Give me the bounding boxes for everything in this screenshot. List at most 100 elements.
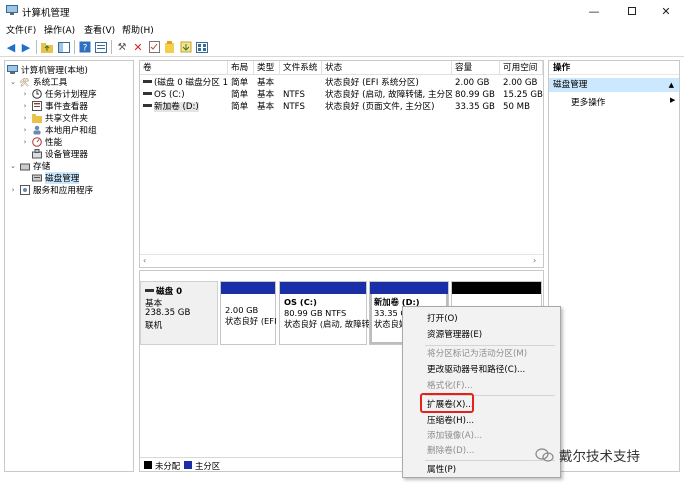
up-folder-icon[interactable] — [40, 40, 54, 54]
legend-primary: 主分区 — [195, 461, 221, 471]
partition-size: 80.99 GB NTFS — [284, 308, 347, 318]
tree-item-shared-folders[interactable]: › 共享文件夹 — [21, 112, 88, 124]
tree-label: 磁盘管理 — [45, 172, 80, 184]
volume-status: 状态良好 (页面文件, 主分区) — [325, 102, 435, 112]
column-header-layout[interactable]: 布局 — [228, 61, 254, 75]
partition-bar — [221, 282, 275, 294]
tree-item-device-manager[interactable]: 设备管理器 — [31, 148, 88, 160]
delete-icon[interactable]: ✕ — [131, 40, 145, 54]
event-log-icon — [31, 101, 42, 111]
table-row[interactable]: 新加卷 (D:) — [140, 101, 228, 113]
check-disk-icon[interactable] — [147, 40, 161, 54]
table-row[interactable]: (磁盘 0 磁盘分区 1) — [140, 77, 228, 89]
legend-swatch-unallocated — [144, 461, 152, 469]
partition-info: 2.00 GB 状态良好 (EFI — [225, 305, 277, 327]
svg-text:?: ? — [83, 44, 88, 54]
tree-label: 事件查看器 — [45, 102, 88, 112]
collapse-arrow-icon[interactable]: ▲ — [669, 78, 674, 92]
tree-label: 本地用户和组 — [45, 126, 97, 136]
menu-item-shrink-volume[interactable]: 压缩卷(H)... — [427, 414, 474, 428]
disk-info-panel[interactable]: 磁盘 0 基本 238.35 GB 联机 — [140, 281, 218, 345]
column-header-type[interactable]: 类型 — [254, 61, 280, 75]
show-hide-console-tree-icon[interactable] — [57, 40, 71, 54]
column-header-status[interactable]: 状态 — [322, 61, 452, 75]
chevron-down-icon[interactable]: ⌄ — [9, 162, 17, 170]
column-header-filesystem[interactable]: 文件系统 — [280, 61, 322, 75]
table-row[interactable]: OS (C:) — [140, 89, 228, 101]
back-icon[interactable]: ◀ — [4, 40, 18, 54]
performance-icon — [31, 137, 42, 147]
tree-item-task-scheduler[interactable]: › 任务计划程序 — [21, 88, 97, 100]
disk-icon — [31, 173, 42, 183]
connect-icon[interactable]: ⚒ — [115, 40, 129, 54]
tree-item-performance[interactable]: › 性能 — [21, 136, 62, 148]
tree-item-disk-management[interactable]: 磁盘管理 — [31, 172, 80, 184]
menu-help[interactable]: 帮助(H) — [122, 23, 154, 36]
chevron-right-icon[interactable]: › — [21, 138, 29, 146]
submenu-arrow-icon[interactable]: ▶ — [670, 96, 675, 104]
volume-free-space: 15.25 GB — [503, 90, 543, 100]
chevron-right-icon[interactable]: › — [21, 102, 29, 110]
volume-capacity: 2.00 GB — [455, 78, 490, 88]
tree-item-computer-management[interactable]: 计算机管理(本地) — [7, 64, 88, 76]
toolbar: ◀ ▶ ? ⚒ ✕ — [0, 37, 684, 57]
help-icon[interactable]: ? — [78, 40, 92, 54]
chevron-down-icon[interactable]: ⌄ — [9, 78, 17, 86]
menu-item-delete-volume[interactable]: 删除卷(D)... — [427, 444, 474, 458]
actions-section-disk-management[interactable]: 磁盘管理 ▲ — [549, 78, 679, 92]
volume-layout: 简单 — [231, 90, 249, 100]
chevron-left-icon[interactable]: ‹ — [143, 256, 146, 265]
menu-action[interactable]: 操作(A) — [44, 23, 75, 36]
minimize-icon: — — [588, 4, 600, 18]
disk-name: 磁盘 0 — [156, 287, 183, 297]
menu-item-open[interactable]: 打开(O) — [427, 312, 458, 326]
partition-bar — [280, 282, 366, 294]
title-bar: 计算机管理 — ✕ — [0, 0, 684, 22]
horizontal-scrollbar[interactable]: ‹ › — [140, 254, 543, 267]
computer-management-icon — [6, 5, 18, 15]
menu-view[interactable]: 查看(V) — [84, 23, 115, 36]
chevron-right-icon[interactable]: › — [21, 90, 29, 98]
tree-label: 计算机管理(本地) — [21, 66, 88, 76]
column-header-capacity[interactable]: 容量 — [452, 61, 500, 75]
menu-item-add-mirror[interactable]: 添加镜像(A)... — [427, 429, 482, 443]
chevron-right-icon[interactable]: › — [533, 256, 536, 265]
menu-item-explorer[interactable]: 资源管理器(E) — [427, 328, 482, 342]
tree-item-services-apps[interactable]: › 服务和应用程序 — [9, 184, 93, 196]
chevron-right-icon[interactable]: › — [21, 114, 29, 122]
close-button[interactable]: ✕ — [648, 0, 684, 22]
partition-c[interactable]: OS (C:) 80.99 GB NTFS 状态良好 (启动, 故障转 — [279, 281, 370, 345]
tree-item-storage[interactable]: ⌄ 存储 — [9, 160, 50, 172]
minimize-button[interactable]: — — [576, 0, 612, 22]
maximize-button[interactable] — [614, 0, 650, 22]
volume-filesystem: NTFS — [283, 90, 305, 100]
tree-item-local-users[interactable]: › 本地用户和组 — [21, 124, 97, 136]
clock-icon — [31, 89, 42, 99]
close-icon: ✕ — [661, 4, 671, 18]
forward-icon[interactable]: ▶ — [19, 40, 33, 54]
tree-item-event-viewer[interactable]: › 事件查看器 — [21, 100, 88, 112]
legend-unallocated: 未分配 — [155, 461, 181, 471]
view-options-icon[interactable] — [195, 40, 209, 54]
menu-separator — [425, 345, 555, 346]
partition-efi[interactable]: 2.00 GB 状态良好 (EFI — [220, 281, 277, 345]
menu-file[interactable]: 文件(F) — [6, 23, 36, 36]
column-header-volume[interactable]: 卷 — [140, 61, 228, 75]
properties-icon[interactable] — [94, 40, 108, 54]
import-icon[interactable] — [179, 40, 193, 54]
folder-yellow-icon[interactable] — [163, 40, 177, 54]
tree-label: 服务和应用程序 — [33, 186, 94, 196]
chevron-right-icon[interactable]: › — [9, 186, 17, 194]
watermark: 戴尔技术支持 — [535, 444, 680, 466]
partition-bar — [452, 282, 541, 294]
more-actions[interactable]: 更多操作 — [571, 96, 605, 108]
menu-item-properties[interactable]: 属性(P) — [427, 463, 456, 477]
tree-item-system-tools[interactable]: ⌄ 🛠 系统工具 — [9, 76, 67, 89]
partition-size: 2.00 GB — [225, 305, 259, 315]
menu-item-format[interactable]: 格式化(F)... — [427, 379, 473, 393]
tree-label: 任务计划程序 — [45, 90, 97, 100]
menu-item-change-drive-letter[interactable]: 更改驱动器号和路径(C)... — [427, 363, 525, 377]
menu-item-mark-active[interactable]: 将分区标记为活动分区(M) — [427, 347, 527, 361]
chevron-right-icon[interactable]: › — [21, 126, 29, 134]
column-header-free-space[interactable]: 可用空间 — [500, 61, 543, 75]
